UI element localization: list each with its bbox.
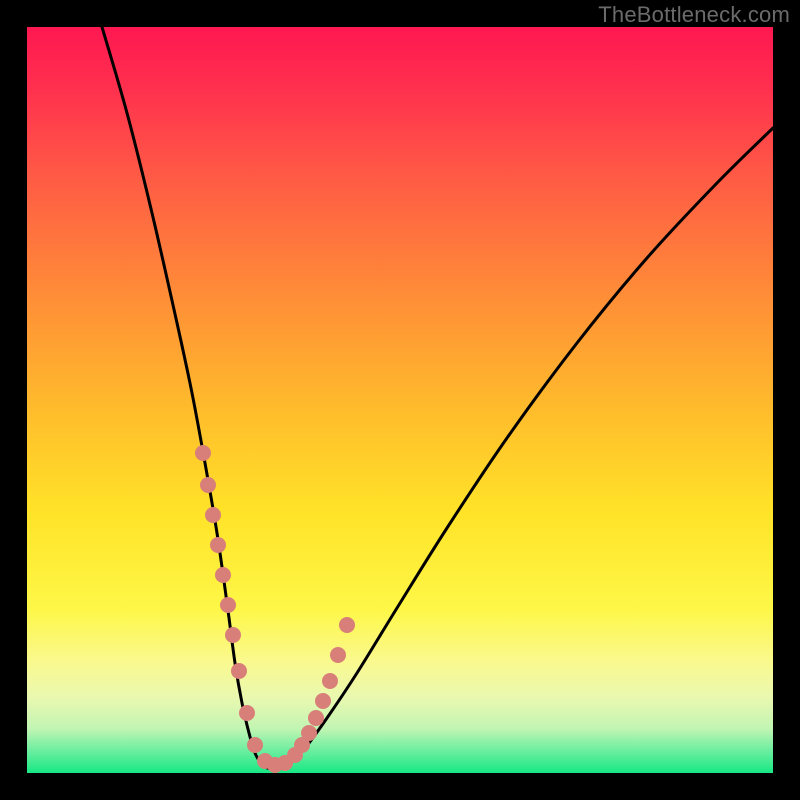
highlight-dot (322, 673, 338, 689)
chart-svg (27, 27, 773, 773)
highlight-dot (231, 663, 247, 679)
bottleneck-curve (102, 27, 773, 769)
highlight-dot (247, 737, 263, 753)
plot-area (27, 27, 773, 773)
marker-group (195, 445, 355, 773)
highlight-dot (210, 537, 226, 553)
highlight-dot (239, 705, 255, 721)
highlight-dot (339, 617, 355, 633)
highlight-dot (225, 627, 241, 643)
highlight-dot (220, 597, 236, 613)
highlight-dot (301, 725, 317, 741)
curve-group (102, 27, 773, 769)
highlight-dot (195, 445, 211, 461)
highlight-dot (215, 567, 231, 583)
highlight-dot (200, 477, 216, 493)
chart-frame: TheBottleneck.com (0, 0, 800, 800)
highlight-dot (308, 710, 324, 726)
watermark-text: TheBottleneck.com (598, 2, 790, 28)
highlight-dot (330, 647, 346, 663)
highlight-dot (315, 693, 331, 709)
highlight-dot (205, 507, 221, 523)
